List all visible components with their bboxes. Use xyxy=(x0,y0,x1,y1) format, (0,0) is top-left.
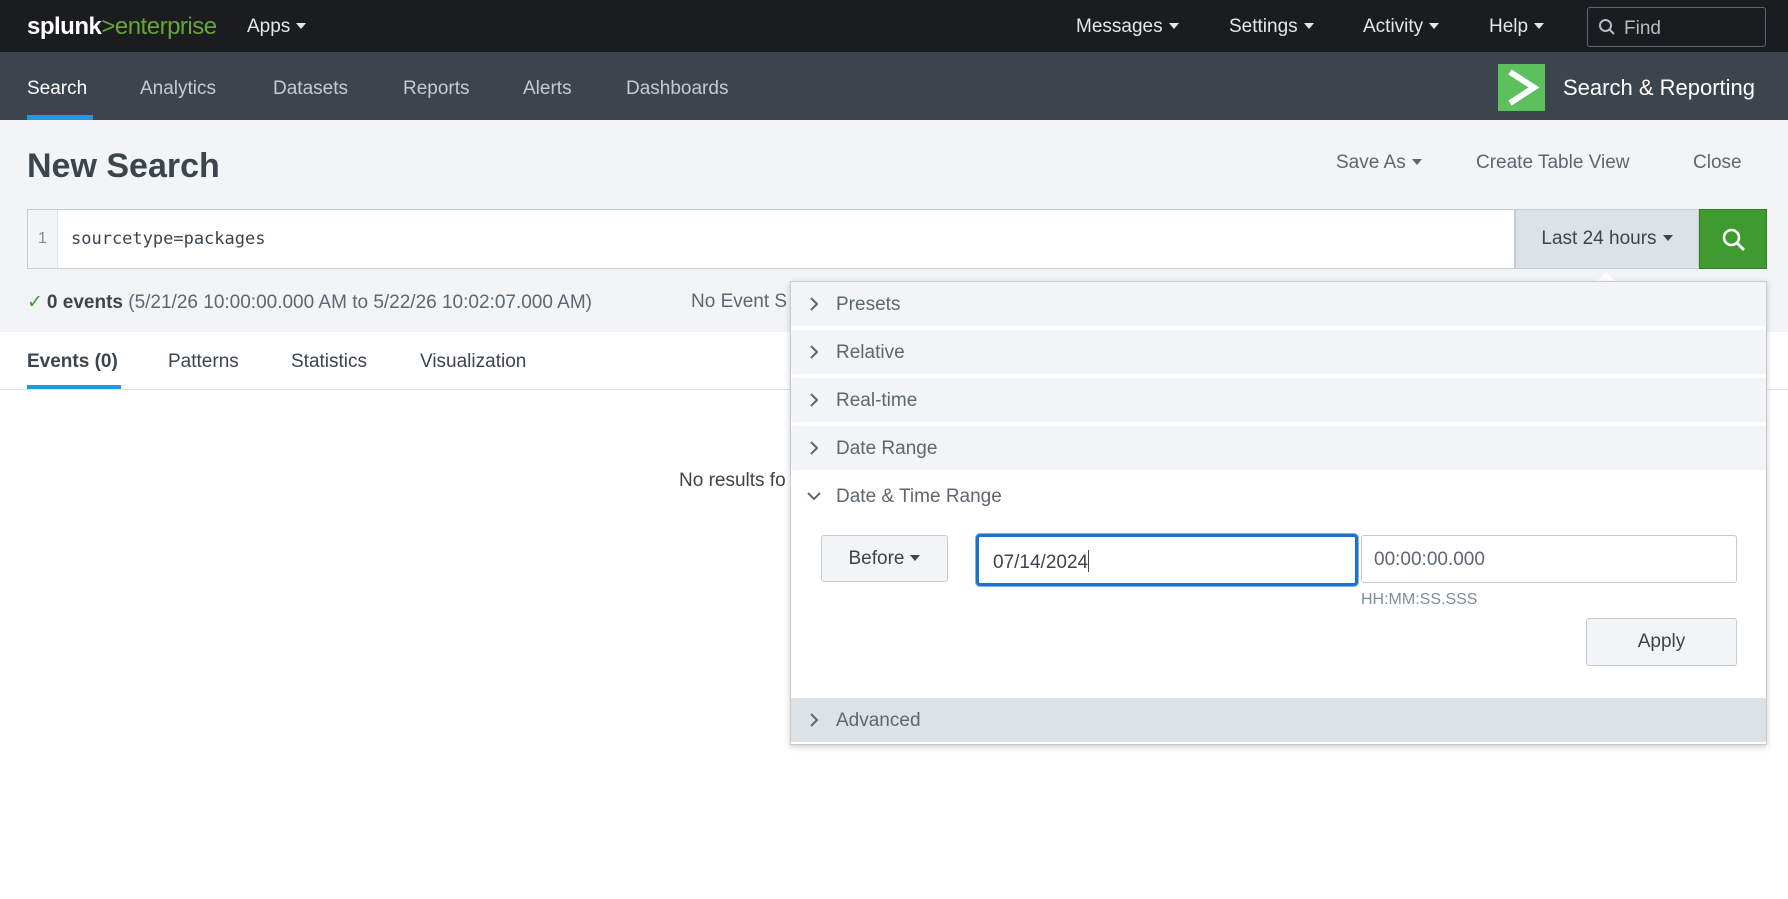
tab-events[interactable]: Events (0) xyxy=(27,351,118,373)
caret-down-icon xyxy=(1303,23,1314,29)
caret-down-icon xyxy=(910,555,921,561)
time-value: 00:00:00.000 xyxy=(1374,549,1485,570)
active-tab-indicator xyxy=(27,385,121,389)
logo-enterprise-text: enterprise xyxy=(114,13,217,40)
time-range-dropdown: Presets Relative Real-time Date Range Da… xyxy=(790,281,1767,745)
before-dropdown-button[interactable]: Before xyxy=(821,535,948,582)
close-button[interactable]: Close xyxy=(1693,152,1742,174)
top-bar: splunk>enterprise Apps Messages Settings… xyxy=(0,0,1788,52)
settings-menu-label: Settings xyxy=(1229,16,1298,37)
date-value: 07/14/2024 xyxy=(993,552,1089,573)
chevron-right-icon xyxy=(810,713,819,727)
nav-search[interactable]: Search xyxy=(27,78,87,100)
apps-menu[interactable]: Apps xyxy=(247,16,307,38)
apps-menu-label: Apps xyxy=(247,16,291,37)
activity-menu[interactable]: Activity xyxy=(1363,16,1440,38)
panel-real-time-label: Real-time xyxy=(836,390,918,411)
apply-button[interactable]: Apply xyxy=(1586,618,1737,666)
panel-date-range[interactable]: Date Range xyxy=(791,426,1766,472)
caret-down-icon xyxy=(1429,23,1440,29)
logo-splunk-text: splunk xyxy=(27,13,102,40)
job-status: ✓ 0 events (5/21/26 10:00:00.000 AM to 5/… xyxy=(27,291,592,314)
run-search-button[interactable] xyxy=(1699,209,1767,269)
panel-relative-label: Relative xyxy=(836,342,905,363)
nav-dashboards[interactable]: Dashboards xyxy=(626,78,728,100)
panel-real-time[interactable]: Real-time xyxy=(791,378,1766,424)
event-count: 0 events xyxy=(46,292,123,313)
page-title: New Search xyxy=(27,147,220,185)
nav-analytics[interactable]: Analytics xyxy=(140,78,216,100)
chevron-right-icon xyxy=(1508,69,1540,106)
search-query-input[interactable]: 1 sourcetype=packages xyxy=(27,209,1515,269)
app-chevron-right-icon[interactable] xyxy=(1498,64,1545,111)
text-cursor xyxy=(1088,550,1090,572)
find-input[interactable]: Find xyxy=(1587,7,1766,47)
caret-down-icon xyxy=(1662,235,1673,241)
save-as-label: Save As xyxy=(1336,152,1406,173)
chevron-down-icon xyxy=(807,492,821,501)
help-menu[interactable]: Help xyxy=(1489,16,1545,38)
tab-visualization[interactable]: Visualization xyxy=(420,351,526,373)
event-sampling-menu[interactable]: No Event S xyxy=(691,291,791,313)
nav-reports[interactable]: Reports xyxy=(403,78,470,100)
nav-alerts[interactable]: Alerts xyxy=(523,78,572,100)
tab-statistics[interactable]: Statistics xyxy=(291,351,367,373)
tab-patterns[interactable]: Patterns xyxy=(168,351,239,373)
logo-chevron-text: > xyxy=(101,13,115,40)
panel-date-time-range-label: Date & Time Range xyxy=(836,486,1002,507)
messages-menu-label: Messages xyxy=(1076,16,1163,37)
app-title[interactable]: Search & Reporting xyxy=(1563,75,1755,101)
panel-advanced[interactable]: Advanced xyxy=(791,698,1766,744)
panel-date-time-range[interactable]: Date & Time Range xyxy=(791,474,1766,520)
chevron-right-icon xyxy=(810,345,819,359)
panel-presets[interactable]: Presets xyxy=(791,282,1766,328)
panel-relative[interactable]: Relative xyxy=(791,330,1766,376)
chevron-right-icon xyxy=(810,297,819,311)
time-format-hint: HH:MM:SS.SSS xyxy=(1361,591,1478,608)
help-menu-label: Help xyxy=(1489,16,1529,37)
line-number: 1 xyxy=(28,210,58,268)
panel-date-range-label: Date Range xyxy=(836,438,938,459)
chevron-right-icon xyxy=(810,441,819,455)
check-icon: ✓ xyxy=(27,292,43,313)
event-time-range: (5/21/26 10:00:00.000 AM to 5/22/26 10:0… xyxy=(128,292,592,313)
find-placeholder: Find xyxy=(1624,18,1661,39)
date-input[interactable]: 07/14/2024 xyxy=(976,534,1358,586)
time-range-label: Last 24 hours xyxy=(1541,228,1657,249)
caret-down-icon xyxy=(1534,23,1545,29)
settings-menu[interactable]: Settings xyxy=(1229,16,1314,38)
panel-advanced-label: Advanced xyxy=(836,710,921,731)
query-text: sourcetype=packages xyxy=(71,229,266,249)
no-results-message: No results fo xyxy=(679,470,786,491)
save-as-button[interactable]: Save As xyxy=(1336,152,1422,174)
search-icon xyxy=(1599,19,1615,35)
nav-datasets[interactable]: Datasets xyxy=(273,78,348,100)
time-input[interactable]: 00:00:00.000 xyxy=(1361,535,1737,583)
caret-down-icon xyxy=(296,23,307,29)
chevron-right-icon xyxy=(810,393,819,407)
panel-presets-label: Presets xyxy=(836,294,901,315)
create-table-view-button[interactable]: Create Table View xyxy=(1476,152,1630,174)
caret-down-icon xyxy=(1411,159,1422,165)
messages-menu[interactable]: Messages xyxy=(1076,16,1179,38)
activity-menu-label: Activity xyxy=(1363,16,1424,37)
caret-down-icon xyxy=(1168,23,1179,29)
time-range-picker-button[interactable]: Last 24 hours xyxy=(1515,209,1699,269)
before-label: Before xyxy=(848,548,905,569)
search-icon xyxy=(1722,228,1745,251)
splunk-logo[interactable]: splunk>enterprise xyxy=(27,13,217,41)
